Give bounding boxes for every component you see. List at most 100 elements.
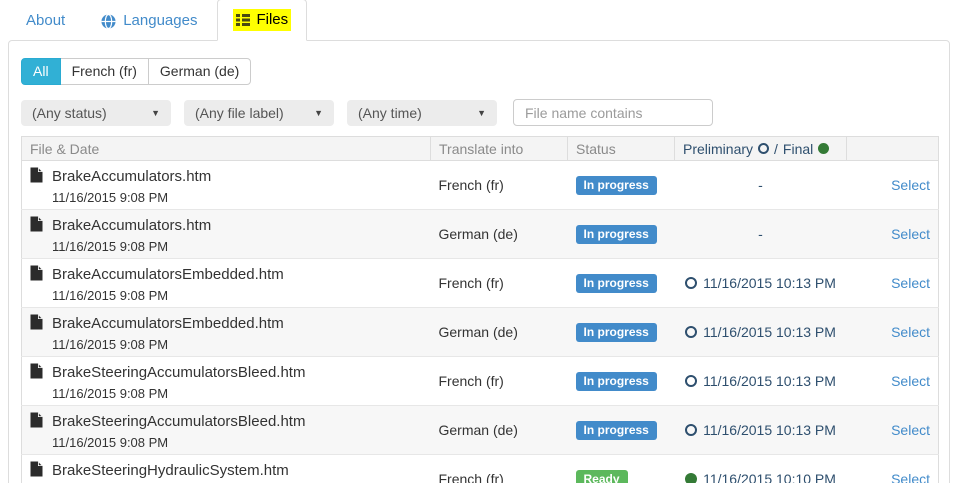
file-name: BrakeAccumulators.htm [52,217,211,234]
status-filter-dropdown[interactable]: (Any status) ▼ [21,100,171,126]
caret-down-icon: ▼ [314,108,323,118]
pf-datetime: - [758,177,763,193]
translate-into-value: French (fr) [431,161,568,210]
select-link[interactable]: Select [891,177,930,193]
table-header-row: File & Date Translate into Status Prelim… [22,137,939,161]
select-link[interactable]: Select [891,373,930,389]
pf-dot-icon [685,326,697,338]
status-badge: In progress [576,323,657,342]
column-header-translate-into: Translate into [431,137,568,161]
preliminary-final-cell: - [675,161,847,210]
file-name: BrakeSteeringHydraulicSystem.htm [52,462,289,479]
time-filter-dropdown[interactable]: (Any time) ▼ [347,100,497,126]
pf-dot-icon [685,277,697,289]
file-date: 11/16/2015 9:08 PM [52,386,423,401]
file-icon [30,363,43,382]
pf-dot-icon [685,473,697,483]
translate-into-value: French (fr) [431,259,568,308]
preliminary-circle-icon [758,143,769,154]
column-header-action [847,137,939,161]
pf-datetime: 11/16/2015 10:10 PM [703,471,836,483]
pf-datetime: 11/16/2015 10:13 PM [703,373,836,389]
translate-into-value: German (de) [431,308,568,357]
file-date: 11/16/2015 9:08 PM [52,239,423,254]
time-filter-value: (Any time) [358,105,422,121]
status-badge: In progress [576,274,657,293]
file-label-filter-value: (Any file label) [195,105,284,121]
preliminary-label: Preliminary [683,141,753,157]
language-filter-group: All French (fr) German (de) [21,58,251,85]
file-date: 11/16/2015 9:08 PM [52,337,423,352]
file-icon [30,461,43,480]
select-link[interactable]: Select [891,275,930,291]
final-circle-icon [818,143,829,154]
file-name: BrakeAccumulatorsEmbedded.htm [52,266,284,283]
pf-datetime: - [758,226,763,242]
files-tab-highlight: Files [233,9,291,31]
status-badge: In progress [576,372,657,391]
column-header-file-date: File & Date [22,137,431,161]
translate-into-value: French (fr) [431,357,568,406]
preliminary-final-cell: 11/16/2015 10:13 PM [675,357,847,406]
pf-dot-icon [685,424,697,436]
column-header-status: Status [568,137,675,161]
file-date: 11/16/2015 9:08 PM [52,190,423,205]
table-row: BrakeAccumulatorsEmbedded.htm 11/16/2015… [22,308,939,357]
table-row: BrakeAccumulators.htm 11/16/2015 9:08 PM… [22,161,939,210]
file-icon [30,412,43,431]
pf-datetime: 11/16/2015 10:13 PM [703,275,836,291]
file-name: BrakeSteeringAccumulatorsBleed.htm [52,413,305,430]
filter-french-button[interactable]: French (fr) [60,58,149,85]
translate-into-value: German (de) [431,406,568,455]
tab-files[interactable]: Files [217,0,307,41]
select-link[interactable]: Select [891,226,930,242]
column-header-preliminary-final: Preliminary / Final [675,137,847,161]
preliminary-final-cell: 11/16/2015 10:13 PM [675,259,847,308]
translate-into-value: German (de) [431,210,568,259]
preliminary-final-cell: 11/16/2015 10:13 PM [675,406,847,455]
table-row: BrakeSteeringHydraulicSystem.htm 11/16/2… [22,455,939,483]
pf-dot-icon [685,375,697,387]
table-body: BrakeAccumulators.htm 11/16/2015 9:08 PM… [22,161,939,483]
files-panel: All French (fr) German (de) (Any status)… [8,40,950,483]
select-link[interactable]: Select [891,471,930,483]
file-name: BrakeAccumulators.htm [52,168,211,185]
status-badge: In progress [576,421,657,440]
pf-datetime: 11/16/2015 10:13 PM [703,422,836,438]
translate-into-value: French (fr) [431,455,568,483]
tab-about[interactable]: About [10,1,81,41]
preliminary-final-cell: 11/16/2015 10:10 PM [675,455,847,483]
file-icon [30,314,43,333]
caret-down-icon: ▼ [151,108,160,118]
file-date: 11/16/2015 9:08 PM [52,435,423,450]
file-date: 11/16/2015 9:08 PM [52,288,423,303]
globe-icon [101,14,116,29]
table-row: BrakeSteeringAccumulatorsBleed.htm 11/16… [22,406,939,455]
tab-languages-label: Languages [123,11,197,31]
file-icon [30,216,43,235]
preliminary-final-cell: - [675,210,847,259]
select-link[interactable]: Select [891,324,930,340]
file-label-filter-dropdown[interactable]: (Any file label) ▼ [184,100,334,126]
tab-files-label: Files [256,10,288,30]
tab-about-label: About [26,11,65,31]
file-icon [30,265,43,284]
caret-down-icon: ▼ [477,108,486,118]
table-row: BrakeSteeringAccumulatorsBleed.htm 11/16… [22,357,939,406]
filter-row: (Any status) ▼ (Any file label) ▼ (Any t… [21,99,937,126]
file-icon [30,167,43,186]
file-name-search-input[interactable] [513,99,713,126]
final-label: Final [783,141,813,157]
tab-languages[interactable]: Languages [85,1,213,41]
pf-datetime: 11/16/2015 10:13 PM [703,324,836,340]
files-table: File & Date Translate into Status Prelim… [21,136,939,483]
status-badge: In progress [576,176,657,195]
filter-all-button[interactable]: All [21,58,61,85]
status-badge: Ready [576,470,628,483]
file-name: BrakeSteeringAccumulatorsBleed.htm [52,364,305,381]
th-list-icon [236,13,250,27]
file-name: BrakeAccumulatorsEmbedded.htm [52,315,284,332]
status-filter-value: (Any status) [32,105,107,121]
filter-german-button[interactable]: German (de) [148,58,251,85]
select-link[interactable]: Select [891,422,930,438]
